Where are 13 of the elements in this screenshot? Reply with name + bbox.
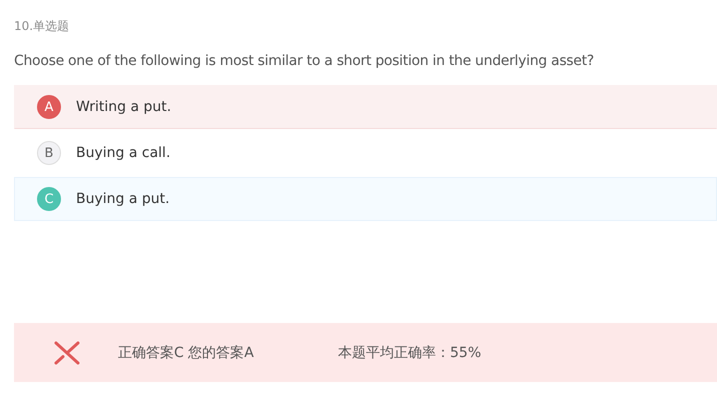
question-text: Choose one of the following is most similar to a short position in the underlying asset?	[14, 52, 595, 71]
option-letter-badge: B	[37, 141, 61, 165]
answer-option[interactable]: C Buying a put.	[14, 177, 717, 221]
answer-option[interactable]: A Writing a put.	[14, 85, 717, 129]
cross-icon	[54, 340, 80, 364]
option-text: Writing a put.	[76, 99, 172, 115]
option-letter-badge: A	[37, 95, 61, 119]
question-type-label: 10.单选题	[14, 18, 70, 34]
option-text: Buying a put.	[76, 191, 170, 207]
answer-summary: 正确答案C 您的答案A	[118, 344, 255, 362]
option-text: Buying a call.	[76, 145, 170, 161]
average-accuracy: 本题平均正确率：55%	[338, 344, 482, 362]
option-letter-badge: C	[37, 187, 61, 211]
